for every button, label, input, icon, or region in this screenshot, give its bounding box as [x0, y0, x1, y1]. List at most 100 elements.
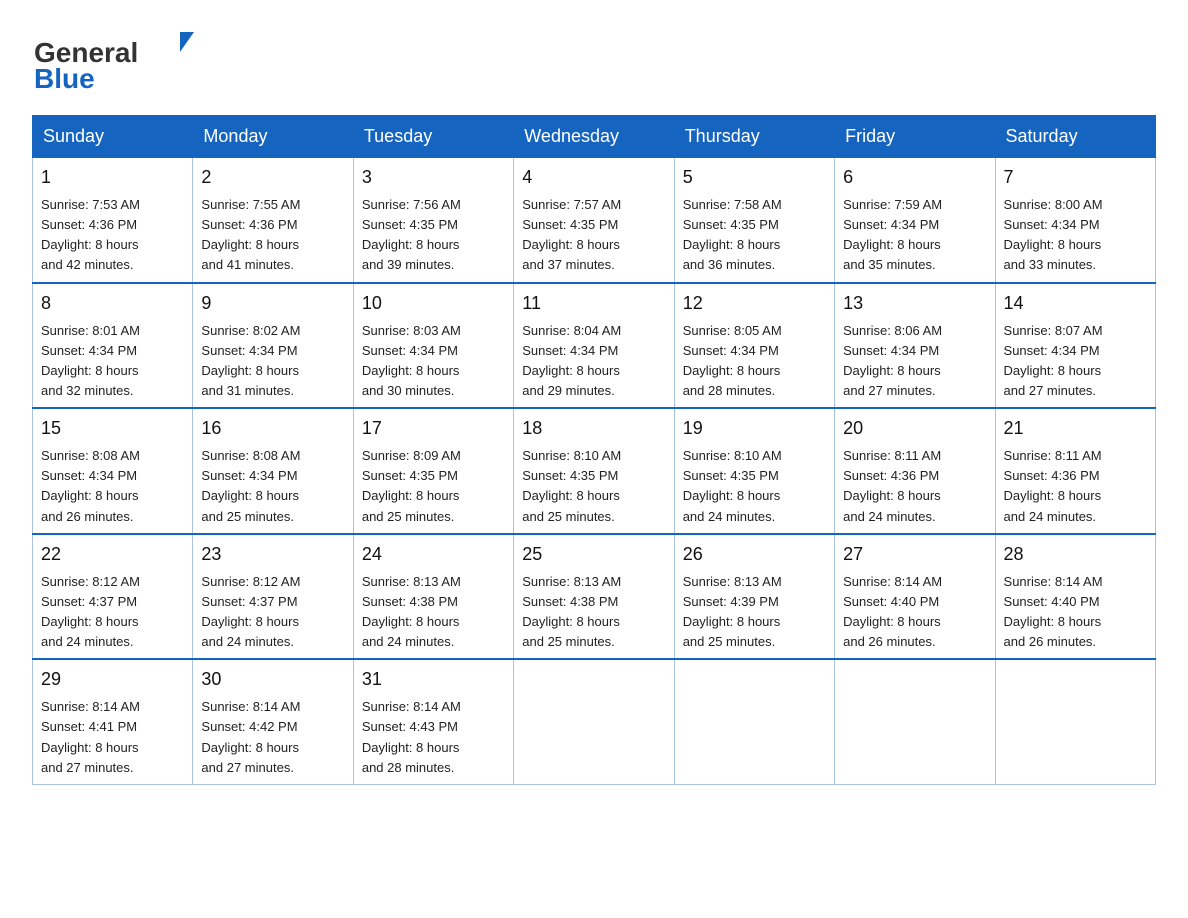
calendar-cell: 2Sunrise: 7:55 AMSunset: 4:36 PMDaylight… [193, 158, 353, 283]
calendar-cell: 8 Sunrise: 8:01 AMSunset: 4:34 PMDaylight… [33, 283, 193, 409]
calendar-cell: 11 Sunrise: 8:04 AMSunset: 4:34 PMDayligh… [514, 283, 674, 409]
day-number: 23 [201, 541, 344, 568]
day-number: 15 [41, 415, 184, 442]
day-number: 12 [683, 290, 826, 317]
day-number: 16 [201, 415, 344, 442]
day-info: Sunrise: 8:14 AMSunset: 4:43 PMDaylight:… [362, 697, 505, 778]
calendar-cell [674, 659, 834, 784]
col-header-tuesday: Tuesday [353, 116, 513, 158]
calendar-week-row: 15 Sunrise: 8:08 AMSunset: 4:34 PMDayligh… [33, 408, 1156, 534]
day-number: 3 [362, 164, 505, 191]
day-number: 13 [843, 290, 986, 317]
day-number: 9 [201, 290, 344, 317]
day-info: Sunrise: 8:14 AMSunset: 4:42 PMDaylight:… [201, 697, 344, 778]
calendar-cell: 7 Sunrise: 8:00 AMSunset: 4:34 PMDaylight… [995, 158, 1155, 283]
day-number: 2 [201, 164, 344, 191]
calendar-cell: 24Sunrise: 8:13 AMSunset: 4:38 PMDayligh… [353, 534, 513, 660]
day-number: 14 [1004, 290, 1147, 317]
logo: General Blue [32, 24, 202, 99]
calendar-cell: 14 Sunrise: 8:07 AMSunset: 4:34 PMDayligh… [995, 283, 1155, 409]
day-number: 17 [362, 415, 505, 442]
day-number: 31 [362, 666, 505, 693]
day-number: 18 [522, 415, 665, 442]
calendar-cell [995, 659, 1155, 784]
day-info: Sunrise: 8:14 AMSunset: 4:40 PMDaylight:… [1004, 572, 1147, 653]
calendar-table: SundayMondayTuesdayWednesdayThursdayFrid… [32, 115, 1156, 785]
page-header: General Blue [32, 24, 1156, 99]
day-info: Sunrise: 8:13 AMSunset: 4:38 PMDaylight:… [522, 572, 665, 653]
calendar-cell: 29 Sunrise: 8:14 AMSunset: 4:41 PMDayligh… [33, 659, 193, 784]
day-info: Sunrise: 8:13 AMSunset: 4:39 PMDaylight:… [683, 572, 826, 653]
day-info: Sunrise: 8:10 AMSunset: 4:35 PMDaylight:… [683, 446, 826, 527]
day-info: Sunrise: 8:07 AMSunset: 4:34 PMDaylight:… [1004, 321, 1147, 402]
day-info: Sunrise: 7:53 AMSunset: 4:36 PMDaylight:… [41, 195, 184, 276]
calendar-cell: 12Sunrise: 8:05 AMSunset: 4:34 PMDayligh… [674, 283, 834, 409]
day-number: 7 [1004, 164, 1147, 191]
day-info: Sunrise: 8:08 AMSunset: 4:34 PMDaylight:… [41, 446, 184, 527]
calendar-header-row: SundayMondayTuesdayWednesdayThursdayFrid… [33, 116, 1156, 158]
calendar-cell: 5 Sunrise: 7:58 AMSunset: 4:35 PMDaylight… [674, 158, 834, 283]
col-header-wednesday: Wednesday [514, 116, 674, 158]
calendar-cell: 4Sunrise: 7:57 AMSunset: 4:35 PMDaylight… [514, 158, 674, 283]
day-number: 21 [1004, 415, 1147, 442]
day-info: Sunrise: 8:06 AMSunset: 4:34 PMDaylight:… [843, 321, 986, 402]
calendar-cell: 25 Sunrise: 8:13 AMSunset: 4:38 PMDayligh… [514, 534, 674, 660]
day-number: 8 [41, 290, 184, 317]
day-number: 24 [362, 541, 505, 568]
calendar-cell: 1 Sunrise: 7:53 AMSunset: 4:36 PMDaylight… [33, 158, 193, 283]
calendar-week-row: 22 Sunrise: 8:12 AMSunset: 4:37 PMDayligh… [33, 534, 1156, 660]
day-info: Sunrise: 8:04 AMSunset: 4:34 PMDaylight:… [522, 321, 665, 402]
col-header-friday: Friday [835, 116, 995, 158]
logo-wordmark: General Blue [32, 24, 202, 99]
day-number: 1 [41, 164, 184, 191]
calendar-week-row: 8 Sunrise: 8:01 AMSunset: 4:34 PMDaylight… [33, 283, 1156, 409]
day-info: Sunrise: 8:01 AMSunset: 4:34 PMDaylight:… [41, 321, 184, 402]
day-info: Sunrise: 8:09 AMSunset: 4:35 PMDaylight:… [362, 446, 505, 527]
day-info: Sunrise: 8:11 AMSunset: 4:36 PMDaylight:… [843, 446, 986, 527]
day-info: Sunrise: 7:58 AMSunset: 4:35 PMDaylight:… [683, 195, 826, 276]
day-number: 6 [843, 164, 986, 191]
day-info: Sunrise: 8:00 AMSunset: 4:34 PMDaylight:… [1004, 195, 1147, 276]
day-number: 26 [683, 541, 826, 568]
calendar-cell [514, 659, 674, 784]
calendar-week-row: 1 Sunrise: 7:53 AMSunset: 4:36 PMDaylight… [33, 158, 1156, 283]
calendar-cell: 16Sunrise: 8:08 AMSunset: 4:34 PMDayligh… [193, 408, 353, 534]
calendar-cell: 21 Sunrise: 8:11 AMSunset: 4:36 PMDayligh… [995, 408, 1155, 534]
calendar-cell: 13 Sunrise: 8:06 AMSunset: 4:34 PMDayligh… [835, 283, 995, 409]
day-number: 25 [522, 541, 665, 568]
calendar-cell [835, 659, 995, 784]
col-header-monday: Monday [193, 116, 353, 158]
calendar-cell: 15 Sunrise: 8:08 AMSunset: 4:34 PMDayligh… [33, 408, 193, 534]
day-info: Sunrise: 8:14 AMSunset: 4:40 PMDaylight:… [843, 572, 986, 653]
calendar-cell: 20 Sunrise: 8:11 AMSunset: 4:36 PMDayligh… [835, 408, 995, 534]
col-header-saturday: Saturday [995, 116, 1155, 158]
day-number: 11 [522, 290, 665, 317]
day-number: 5 [683, 164, 826, 191]
day-info: Sunrise: 8:02 AMSunset: 4:34 PMDaylight:… [201, 321, 344, 402]
calendar-cell: 17 Sunrise: 8:09 AMSunset: 4:35 PMDayligh… [353, 408, 513, 534]
calendar-cell: 27Sunrise: 8:14 AMSunset: 4:40 PMDayligh… [835, 534, 995, 660]
day-info: Sunrise: 8:12 AMSunset: 4:37 PMDaylight:… [41, 572, 184, 653]
day-info: Sunrise: 8:14 AMSunset: 4:41 PMDaylight:… [41, 697, 184, 778]
calendar-cell: 28 Sunrise: 8:14 AMSunset: 4:40 PMDayligh… [995, 534, 1155, 660]
calendar-cell: 19Sunrise: 8:10 AMSunset: 4:35 PMDayligh… [674, 408, 834, 534]
calendar-cell: 10 Sunrise: 8:03 AMSunset: 4:34 PMDayligh… [353, 283, 513, 409]
day-info: Sunrise: 8:10 AMSunset: 4:35 PMDaylight:… [522, 446, 665, 527]
day-number: 4 [522, 164, 665, 191]
day-info: Sunrise: 8:11 AMSunset: 4:36 PMDaylight:… [1004, 446, 1147, 527]
day-number: 28 [1004, 541, 1147, 568]
svg-text:Blue: Blue [34, 63, 95, 94]
calendar-cell: 9 Sunrise: 8:02 AMSunset: 4:34 PMDaylight… [193, 283, 353, 409]
day-info: Sunrise: 8:03 AMSunset: 4:34 PMDaylight:… [362, 321, 505, 402]
day-info: Sunrise: 8:12 AMSunset: 4:37 PMDaylight:… [201, 572, 344, 653]
day-info: Sunrise: 7:56 AMSunset: 4:35 PMDaylight:… [362, 195, 505, 276]
day-number: 29 [41, 666, 184, 693]
calendar-cell: 18 Sunrise: 8:10 AMSunset: 4:35 PMDayligh… [514, 408, 674, 534]
day-number: 22 [41, 541, 184, 568]
col-header-thursday: Thursday [674, 116, 834, 158]
calendar-cell: 6Sunrise: 7:59 AMSunset: 4:34 PMDaylight… [835, 158, 995, 283]
day-number: 10 [362, 290, 505, 317]
day-number: 20 [843, 415, 986, 442]
col-header-sunday: Sunday [33, 116, 193, 158]
calendar-cell: 3 Sunrise: 7:56 AMSunset: 4:35 PMDaylight… [353, 158, 513, 283]
